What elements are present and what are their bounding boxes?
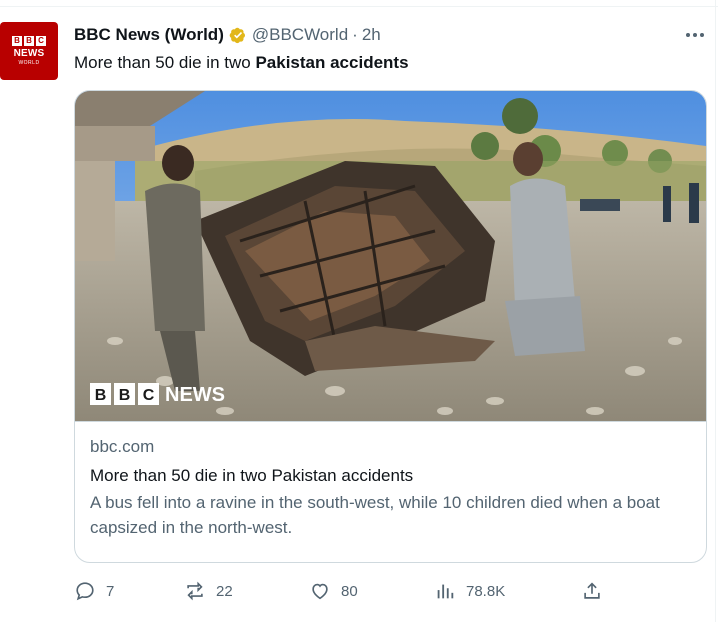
tweet-text: More than 50 die in two Pakistan acciden… — [74, 52, 409, 74]
repost-icon — [187, 581, 203, 601]
like-count: 80 — [341, 582, 358, 600]
top-divider — [0, 6, 718, 7]
card-title[interactable]: More than 50 die in two Pakistan acciden… — [90, 466, 413, 486]
card-meta[interactable]: bbc.com More than 50 die in two Pakistan… — [75, 421, 706, 562]
author-name[interactable]: BBC News (World) — [74, 25, 224, 45]
avatar[interactable]: B B C NEWS WORLD — [0, 22, 58, 80]
avatar-news-text: NEWS — [13, 48, 45, 59]
card-photo: B B C NEWS — [75, 91, 706, 421]
link-card[interactable]: B B C NEWS bbc.com More than 50 die in t… — [74, 90, 707, 563]
reply-button[interactable]: 7 — [74, 578, 114, 604]
views-button[interactable]: 78.8K — [434, 578, 505, 604]
avatar-world-text: WORLD — [18, 60, 40, 66]
share-button[interactable] — [581, 578, 603, 604]
watermark-letter: B — [119, 387, 131, 404]
watermark-letter: C — [143, 387, 155, 404]
card-image[interactable]: B B C NEWS — [75, 91, 706, 421]
views-count: 78.8K — [466, 582, 506, 600]
avatar-bbc-letter: B — [24, 36, 34, 46]
more-icon[interactable] — [684, 26, 706, 44]
like-button[interactable]: 80 — [309, 578, 358, 604]
avatar-bbc-letter: C — [36, 36, 46, 46]
avatar-bbc-letter: B — [12, 36, 22, 46]
watermark-news: NEWS — [165, 384, 225, 406]
author-handle[interactable]: @BBCWorld — [252, 25, 348, 45]
header-separator: · — [352, 25, 358, 44]
tweet-text-bold: Pakistan accidents — [255, 53, 409, 72]
views-icon — [437, 584, 454, 599]
avatar-bbc-logo: B B C — [12, 36, 46, 46]
tweet-text-prefix: More than 50 die in two — [74, 53, 256, 72]
like-icon — [312, 583, 328, 600]
repost-count: 22 — [216, 582, 233, 600]
verified-badge-icon[interactable] — [228, 25, 248, 45]
share-icon — [584, 582, 600, 599]
tweet-timestamp[interactable]: 2h — [362, 25, 381, 45]
card-description: A bus fell into a ravine in the south-we… — [90, 493, 660, 537]
watermark-letter: B — [95, 387, 107, 404]
reply-icon — [76, 582, 94, 601]
right-divider — [715, 0, 716, 622]
reply-count: 7 — [106, 582, 115, 600]
bbc-news-watermark: B B C NEWS — [90, 383, 225, 406]
tweet-actions: 7 22 80 78.8K — [74, 578, 614, 604]
tweet-header: BBC News (World) @BBCWorld · 2h — [74, 24, 381, 46]
card-domain[interactable]: bbc.com — [90, 437, 154, 457]
repost-button[interactable]: 22 — [184, 578, 233, 604]
